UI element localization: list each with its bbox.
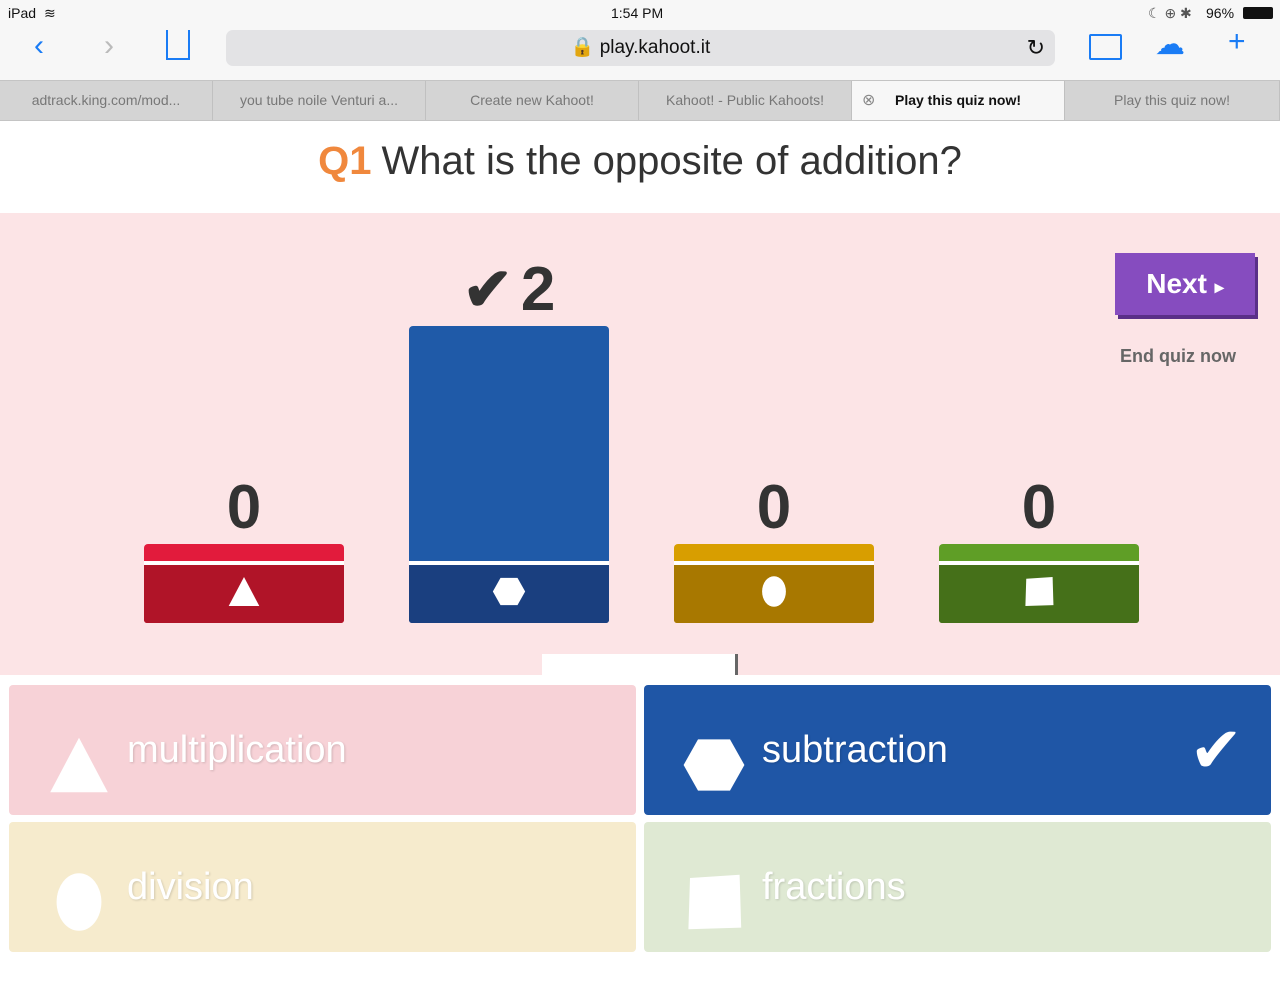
tab-bar: adtrack.king.com/mod... you tube noile V…: [0, 80, 1280, 121]
tab-play-quiz-active[interactable]: ⊗ Play this quiz now!: [852, 81, 1065, 120]
next-button[interactable]: Next ▸: [1115, 253, 1255, 315]
url-text: play.kahoot.it: [599, 37, 711, 58]
clock: 1:54 PM: [611, 5, 664, 21]
back-icon[interactable]: ‹: [34, 29, 44, 63]
forward-icon[interactable]: ›: [104, 29, 114, 63]
result-bar-square: [939, 544, 1139, 623]
answer-multiplication[interactable]: multiplication: [9, 685, 636, 815]
square-icon: [682, 857, 746, 987]
triangle-icon: [227, 575, 261, 614]
browser-toolbar: ‹ › 🔒 play.kahoot.it ↻ ☁ +: [0, 25, 1280, 80]
result-bar-hexagon: [409, 326, 609, 623]
tab-youtube[interactable]: you tube noile Venturi a...: [213, 81, 426, 120]
new-tab-icon[interactable]: +: [1228, 25, 1246, 59]
wifi-icon: ≋: [44, 5, 56, 21]
close-tab-icon[interactable]: ⊗: [862, 81, 875, 120]
tab-label: Play this quiz now!: [894, 92, 1021, 108]
device-name: iPad: [8, 5, 37, 21]
hexagon-icon: [492, 575, 526, 614]
question-number: Q1: [318, 139, 372, 183]
answer-fractions[interactable]: fractions: [644, 822, 1271, 952]
battery-icon: [1243, 7, 1273, 19]
hidden-popup: [542, 654, 738, 675]
question-text: What is the opposite of addition?: [381, 139, 962, 183]
battery-level: 96%: [1206, 5, 1235, 21]
result-count: 0: [226, 473, 262, 542]
result-count: 0: [1021, 473, 1057, 542]
tab-play-quiz[interactable]: Play this quiz now!: [1065, 81, 1280, 120]
caret-right-icon: ▸: [1214, 277, 1224, 297]
tab-public-kahoots[interactable]: Kahoot! - Public Kahoots!: [639, 81, 852, 120]
answer-label: subtraction: [762, 729, 948, 771]
results-stage: Next ▸ End quiz now 0 ✔ 2 0 0: [0, 213, 1280, 675]
circle-icon: [47, 857, 111, 987]
correct-check-icon: ✔: [1189, 714, 1243, 786]
answer-division[interactable]: division: [9, 822, 636, 952]
address-bar[interactable]: 🔒 play.kahoot.it ↻: [226, 30, 1055, 66]
cloud-tabs-icon[interactable]: ☁: [1155, 27, 1185, 62]
correct-check-icon: ✔: [462, 256, 513, 323]
reload-icon[interactable]: ↻: [1027, 30, 1045, 66]
answer-label: division: [127, 866, 254, 908]
tab-create-kahoot[interactable]: Create new Kahoot!: [426, 81, 639, 120]
tab-adtrack[interactable]: adtrack.king.com/mod...: [0, 81, 213, 120]
result-count: 0: [756, 473, 792, 542]
moon-icon: ☾ ⊕ ✱: [1148, 5, 1192, 21]
result-bar-circle: [674, 544, 874, 623]
end-quiz-link[interactable]: End quiz now: [1120, 346, 1236, 367]
status-bar: iPad ≋ 1:54 PM ☾ ⊕ ✱ 96%: [0, 0, 1280, 25]
result-bar-triangle: [144, 544, 344, 623]
circle-icon: [757, 575, 791, 614]
result-count: ✔ 2: [462, 255, 556, 324]
square-icon: [1022, 575, 1056, 614]
answer-subtraction[interactable]: subtraction ✔: [644, 685, 1271, 815]
answer-label: multiplication: [127, 729, 347, 771]
answer-label: fractions: [762, 866, 906, 908]
bookmarks-icon[interactable]: [1089, 34, 1122, 60]
question-title: Q1 What is the opposite of addition?: [0, 121, 1280, 213]
share-icon[interactable]: [166, 30, 190, 60]
